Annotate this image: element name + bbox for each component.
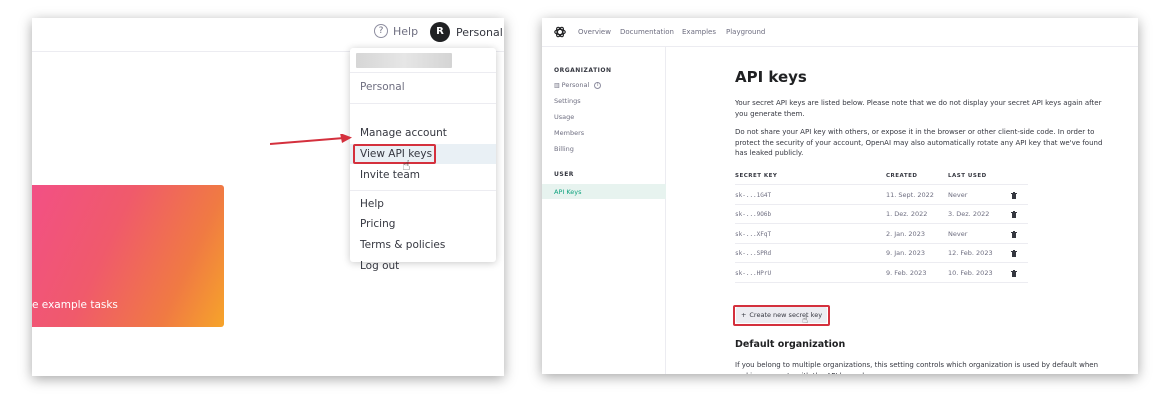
created-cell: 9. Jan. 2023 xyxy=(886,249,925,257)
table-divider xyxy=(735,204,1028,205)
hand-cursor-icon: ☝ xyxy=(402,158,411,174)
table-divider xyxy=(735,184,1028,185)
red-highlight-box xyxy=(733,305,830,326)
menu-org-name: Personal xyxy=(360,81,405,93)
menu-item-pricing[interactable]: Pricing xyxy=(360,218,395,230)
openai-logo-icon[interactable] xyxy=(553,25,567,39)
column-header-secret-key: SECRET KEY xyxy=(735,173,778,179)
section-title-default-organization: Default organization xyxy=(735,339,846,350)
sidebar-heading-organization: ORGANIZATION xyxy=(554,67,612,74)
trash-icon[interactable] xyxy=(1011,192,1017,199)
sidebar-item-members[interactable]: Members xyxy=(554,129,584,137)
secret-key-cell: sk-...SPRd xyxy=(735,250,772,257)
account-menu-trigger[interactable]: R Personal xyxy=(430,22,503,42)
menu-item-manage-account[interactable]: Manage account xyxy=(360,127,447,139)
created-cell: 9. Feb. 2023 xyxy=(886,269,927,277)
menu-divider xyxy=(350,72,496,73)
last-used-cell: 10. Feb. 2023 xyxy=(948,269,993,277)
table-divider xyxy=(735,243,1028,244)
nav-examples[interactable]: Examples xyxy=(682,28,716,36)
account-dropdown-menu: Personal Manage account View API keys In… xyxy=(350,48,496,272)
sidebar-item-label: Personal xyxy=(561,81,590,89)
menu-divider xyxy=(350,103,496,104)
default-org-description: If you belong to multiple organizations,… xyxy=(735,361,1099,374)
sidebar-heading-user: USER xyxy=(554,171,574,178)
nav-documentation[interactable]: Documentation xyxy=(620,28,674,36)
last-used-cell: Never xyxy=(948,230,968,238)
sidebar-item-api-keys[interactable]: API Keys xyxy=(554,188,582,196)
trash-icon[interactable] xyxy=(1011,231,1017,238)
redacted-email xyxy=(356,53,452,68)
sidebar-item-personal[interactable]: ▥ Personal i xyxy=(554,81,602,89)
created-cell: 2. Jan. 2023 xyxy=(886,230,925,238)
column-header-last-used: LAST USED xyxy=(948,173,987,179)
table-divider xyxy=(735,223,1028,224)
last-used-cell: Never xyxy=(948,191,968,199)
intro-paragraph: Your secret API keys are listed below. P… xyxy=(735,99,1102,118)
menu-divider xyxy=(350,190,496,191)
nav-playground[interactable]: Playground xyxy=(726,28,765,36)
top-bar: ? Help R Personal xyxy=(32,18,504,52)
page-title: API keys xyxy=(735,68,807,86)
account-label: Personal xyxy=(456,25,503,39)
building-icon: ▥ xyxy=(554,81,560,89)
sidebar-item-settings[interactable]: Settings xyxy=(554,97,581,105)
account-menu-screenshot: ? Help R Personal Personal Manage accoun… xyxy=(32,18,504,376)
column-header-created: CREATED xyxy=(886,173,918,179)
help-label: Help xyxy=(393,24,419,38)
menu-item-help[interactable]: Help xyxy=(360,198,384,210)
avatar: R xyxy=(430,22,450,42)
red-highlight-box xyxy=(353,144,436,164)
secret-key-cell: sk-...HPrU xyxy=(735,270,772,277)
red-arrow-icon xyxy=(270,134,352,145)
menu-item-log-out[interactable]: Log out xyxy=(360,260,399,272)
warning-paragraph: Do not share your API key with others, o… xyxy=(735,128,1103,157)
trash-icon[interactable] xyxy=(1011,270,1017,277)
secret-key-cell: sk-...1G4T xyxy=(735,192,772,199)
info-icon: i xyxy=(594,81,602,89)
trash-icon[interactable] xyxy=(1011,211,1017,218)
nav-overview[interactable]: Overview xyxy=(578,28,611,36)
created-cell: 11. Sept. 2022 xyxy=(886,191,934,199)
sidebar-item-usage[interactable]: Usage xyxy=(554,113,574,121)
main-content: API keys Your secret API keys are listed… xyxy=(666,47,1138,374)
help-link[interactable]: ? Help xyxy=(374,24,418,38)
sidebar: ORGANIZATION ▥ Personal i Settings Usage… xyxy=(542,47,666,374)
sidebar-item-billing[interactable]: Billing xyxy=(554,145,574,153)
last-used-cell: 12. Feb. 2023 xyxy=(948,249,993,257)
last-used-cell: 3. Dez. 2022 xyxy=(948,210,990,218)
created-cell: 1. Dez. 2022 xyxy=(886,210,928,218)
api-keys-screenshot: Overview Documentation Examples Playgrou… xyxy=(542,18,1138,374)
help-icon: ? xyxy=(374,24,388,38)
top-nav: Overview Documentation Examples Playgrou… xyxy=(542,18,1138,47)
secret-key-cell: sk-...XFqT xyxy=(735,231,772,238)
menu-item-terms[interactable]: Terms & policies xyxy=(360,239,445,251)
example-tasks-card[interactable]: e example tasks xyxy=(32,185,224,327)
example-card-label: e example tasks xyxy=(32,299,118,311)
menu-item-invite-team[interactable]: Invite team xyxy=(360,169,420,181)
trash-icon[interactable] xyxy=(1011,250,1017,257)
table-divider xyxy=(735,282,1028,283)
table-divider xyxy=(735,262,1028,263)
secret-key-cell: sk-...9O6b xyxy=(735,211,772,218)
hand-cursor-icon: ☝ xyxy=(802,315,809,326)
